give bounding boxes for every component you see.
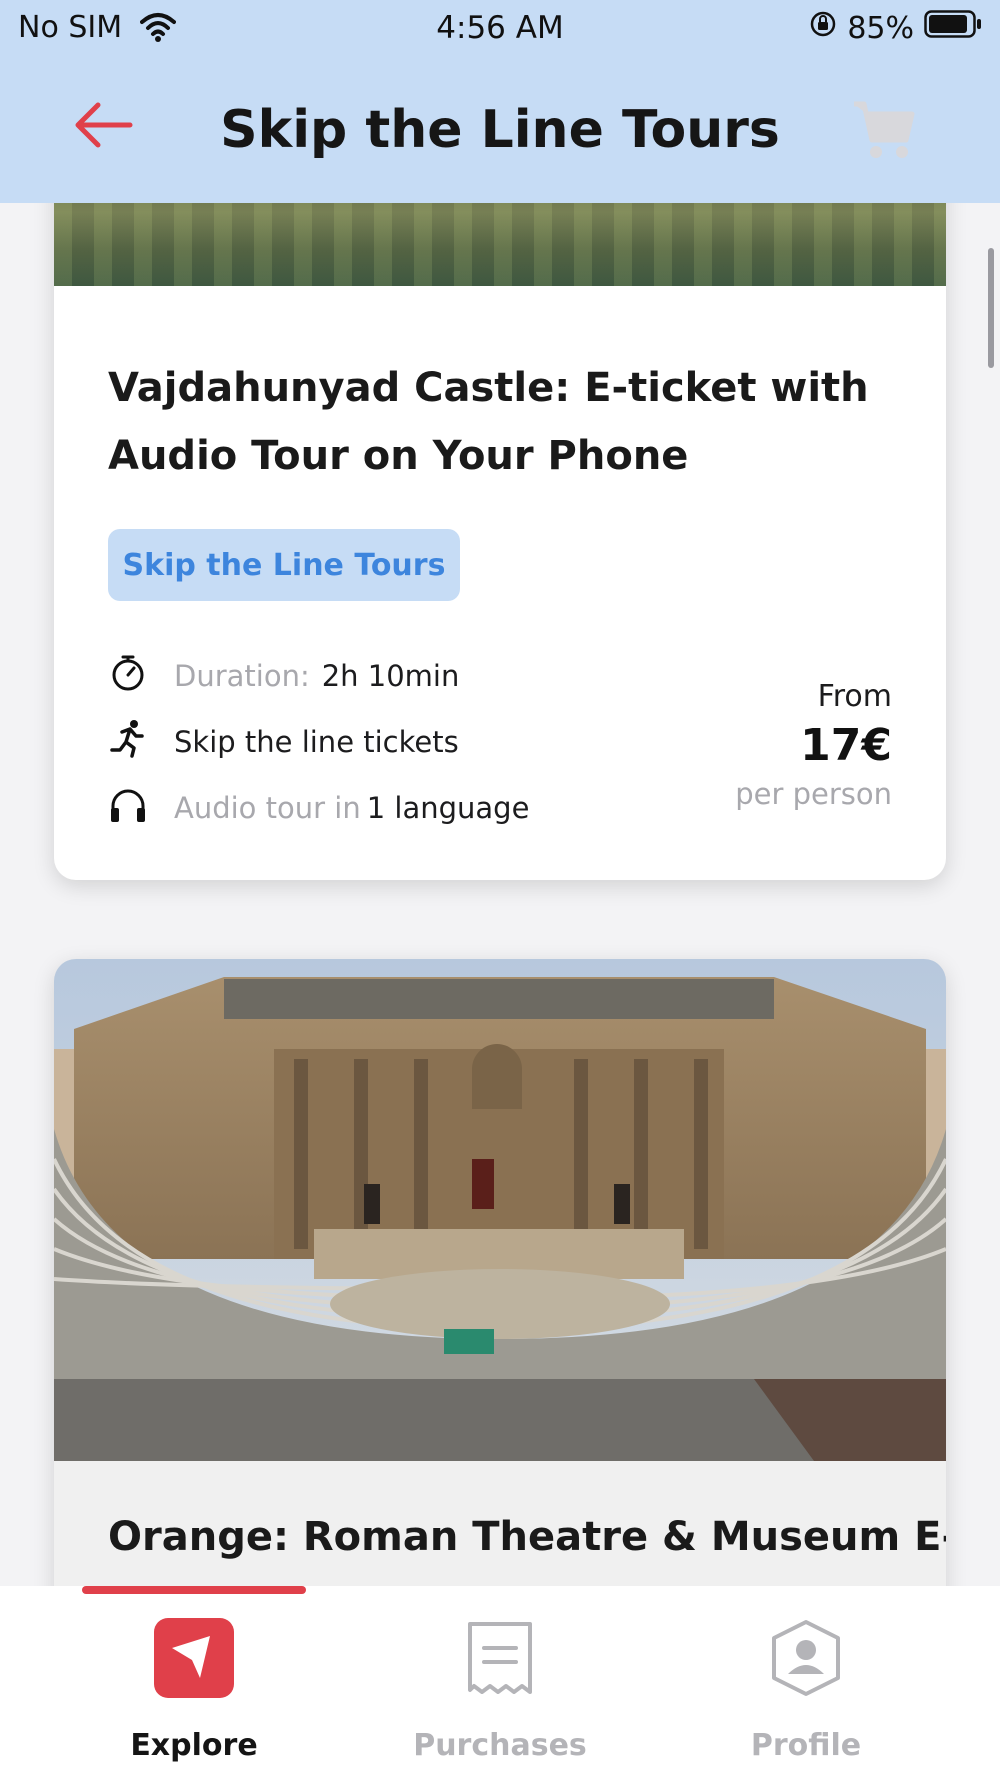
profile-icon	[766, 1618, 846, 1698]
tab-bar: Explore Purchases Profile	[0, 1586, 1000, 1778]
battery-percent: 85%	[847, 10, 914, 46]
receipt-icon	[460, 1618, 540, 1698]
tab-purchases-label: Purchases	[413, 1728, 587, 1763]
tour-card-body: Vajdahunyad Castle: E-ticket with Audio …	[54, 286, 946, 880]
duration-value: 2h 10min	[321, 658, 460, 693]
tab-purchases[interactable]: Purchases	[400, 1618, 600, 1763]
price-unit: per person	[735, 777, 892, 811]
audio-value: 1 language	[366, 790, 530, 825]
top-bar: No SIM 4:56 AM 85% Skip the Line Tours	[0, 0, 1000, 203]
tab-explore-label: Explore	[130, 1728, 258, 1763]
category-tag-button[interactable]: Skip the Line Tours	[108, 529, 460, 601]
price-amount: 17€	[800, 720, 892, 771]
page-title: Skip the Line Tours	[220, 100, 780, 160]
cart-button[interactable]	[852, 98, 922, 164]
duration-label: Duration:	[174, 658, 310, 693]
audio-label: Audio tour in	[174, 790, 361, 825]
duration-row: Duration: 2h 10min	[108, 652, 459, 699]
status-bar: No SIM 4:56 AM 85%	[0, 0, 1000, 56]
nav-header: Skip the Line Tours	[0, 70, 1000, 190]
tour-title: Vajdahunyad Castle: E-ticket with Audio …	[108, 365, 869, 479]
tour-card[interactable]: Orange: Roman Theatre & Museum E-	[54, 959, 946, 1586]
tour-photo	[54, 959, 946, 1461]
status-right: 85%	[809, 10, 982, 46]
battery-icon	[924, 10, 982, 46]
price-from-label: From	[817, 679, 892, 714]
orientation-lock-icon	[809, 10, 837, 46]
price-block: From 17€ per person	[735, 679, 892, 811]
skip-line-row: Skip the line tickets	[108, 718, 459, 765]
stopwatch-icon	[108, 652, 174, 699]
tour-list[interactable]: Vajdahunyad Castle: E-ticket with Audio …	[0, 203, 1000, 1586]
tour-photo	[54, 203, 946, 286]
cart-icon	[852, 101, 916, 166]
active-tab-indicator	[82, 1586, 306, 1594]
tour-card[interactable]: Vajdahunyad Castle: E-ticket with Audio …	[54, 203, 946, 880]
tab-explore[interactable]: Explore	[94, 1618, 294, 1763]
audio-row: Audio tour in 1 language	[108, 784, 529, 831]
headphones-icon	[108, 784, 174, 831]
tab-profile-label: Profile	[750, 1728, 862, 1763]
roman-theatre-photo	[54, 959, 946, 1461]
explore-icon	[154, 1618, 234, 1698]
tab-profile[interactable]: Profile	[706, 1618, 906, 1763]
running-person-icon	[108, 718, 174, 765]
scrollbar[interactable]	[988, 248, 994, 368]
skip-line-label: Skip the line tickets	[174, 724, 459, 759]
tour-title: Orange: Roman Theatre & Museum E-	[108, 1514, 946, 1560]
